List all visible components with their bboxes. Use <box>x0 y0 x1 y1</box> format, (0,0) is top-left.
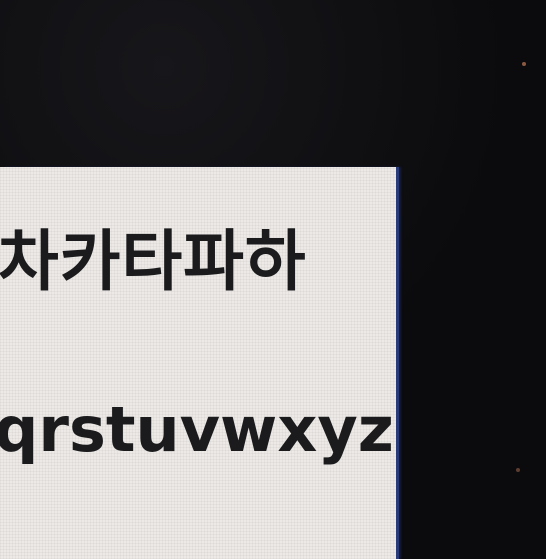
korean-sample-text: 차카타파하 <box>0 223 307 300</box>
dust-speck <box>516 468 520 472</box>
font-preview-window: 차카타파하 qrstuvwxyz <box>0 167 396 559</box>
latin-sample-text: qrstuvwxyz <box>0 393 394 466</box>
dust-speck <box>522 62 526 66</box>
